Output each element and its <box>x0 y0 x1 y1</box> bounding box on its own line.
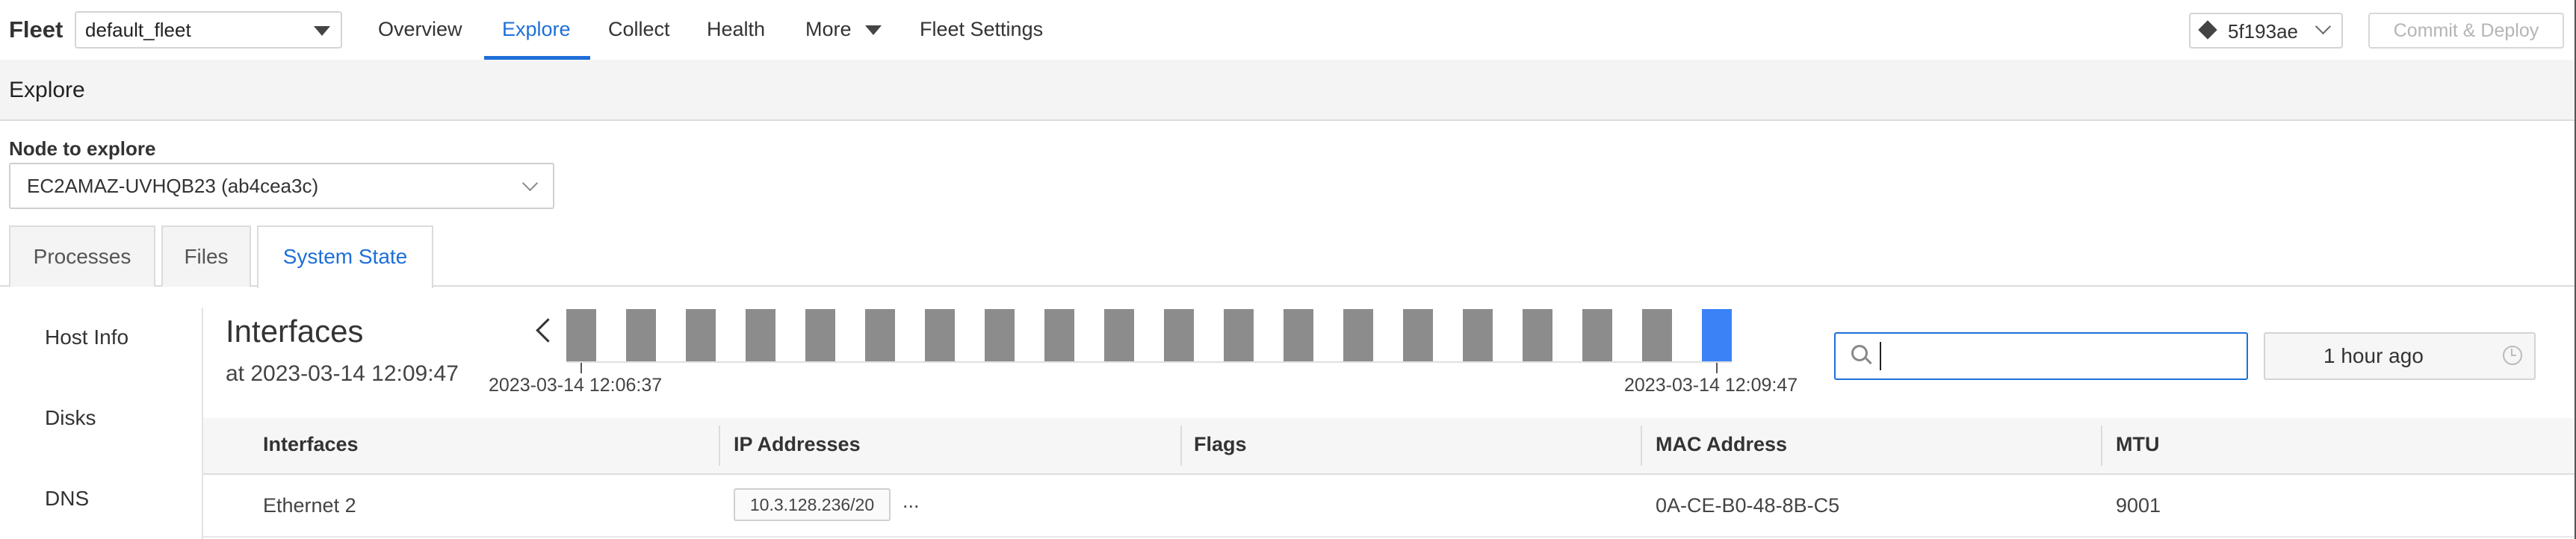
caret-down-icon <box>865 25 882 35</box>
timeline-snapshot[interactable] <box>626 309 656 361</box>
timeline-snapshot[interactable] <box>925 309 955 361</box>
branch-value: 5f193ae <box>2228 20 2298 43</box>
node-label: Node to explore <box>9 137 156 160</box>
timeline-snapshot[interactable] <box>1044 309 1074 361</box>
sidebar-item-dns[interactable]: DNS <box>45 487 89 511</box>
time-range-value: 1 hour ago <box>2323 344 2424 367</box>
page-title: Explore <box>9 78 85 102</box>
row-divider <box>203 536 2576 538</box>
nav-more[interactable]: More <box>805 18 882 41</box>
interfaces-timestamp: at 2023-03-14 12:09:47 <box>226 361 459 386</box>
timeline-snapshot[interactable] <box>1582 309 1612 361</box>
node-select[interactable]: EC2AMAZ-UVHQB23 (ab4cea3c) <box>9 163 554 209</box>
tab-system-state[interactable]: System State <box>257 225 433 288</box>
fleet-select-value: default_fleet <box>85 19 191 41</box>
timeline-start-label: 2023-03-14 12:06:37 <box>489 375 663 396</box>
branch-select[interactable]: 5f193ae <box>2189 13 2343 49</box>
column-separator <box>719 426 720 466</box>
column-header-mac-address[interactable]: MAC Address <box>1656 433 1787 456</box>
timeline-snapshot[interactable] <box>1523 309 1552 361</box>
timeline-snapshot[interactable] <box>566 309 596 361</box>
clock-hand <box>2511 355 2516 356</box>
fleet-select[interactable]: default_fleet <box>75 11 342 49</box>
text-cursor <box>1880 342 1881 370</box>
timeline-snapshot[interactable] <box>1463 309 1493 361</box>
caret-down-icon <box>314 26 330 36</box>
cell-mac-address: 0A-CE-B0-48-8B-C5 <box>1656 494 1840 517</box>
timeline-end-tick <box>1716 363 1718 373</box>
nav-overview[interactable]: Overview <box>378 18 462 41</box>
timeline-end-label: 2023-03-14 12:09:47 <box>1624 375 1798 396</box>
timeline-snapshot[interactable] <box>1284 309 1313 361</box>
chevron-down-icon <box>521 175 539 192</box>
cell-interface: Ethernet 2 <box>263 494 356 517</box>
timeline-start-tick <box>580 363 582 373</box>
timeline-snapshot[interactable] <box>686 309 716 361</box>
column-separator <box>1641 426 1642 466</box>
column-header-flags[interactable]: Flags <box>1194 433 1247 456</box>
git-branch-icon <box>2198 20 2217 40</box>
interfaces-title: Interfaces <box>226 314 364 349</box>
timeline-snapshot[interactable] <box>1343 309 1373 361</box>
nav-health[interactable]: Health <box>707 18 765 41</box>
nav-more-label: More <box>805 18 852 40</box>
column-separator <box>1180 426 1182 466</box>
timeline-baseline <box>566 361 1732 363</box>
timeline-snapshot[interactable] <box>746 309 775 361</box>
time-range-select[interactable]: 1 hour ago <box>2264 332 2536 380</box>
sidebar-item-host-info[interactable]: Host Info <box>45 325 129 349</box>
column-header-mtu[interactable]: MTU <box>2116 433 2159 456</box>
ip-more-ellipsis[interactable]: ... <box>902 490 920 513</box>
timeline-snapshot[interactable] <box>805 309 835 361</box>
sidebar-item-disks[interactable]: Disks <box>45 406 96 430</box>
timeline-snapshot-selected[interactable] <box>1702 309 1732 361</box>
timeline-snapshot[interactable] <box>1642 309 1672 361</box>
nav-fleet-settings[interactable]: Fleet Settings <box>920 18 1043 41</box>
timeline-snapshot[interactable] <box>1164 309 1194 361</box>
cell-mtu: 9001 <box>2116 494 2161 517</box>
ip-address-chip: 10.3.128.236/20 <box>734 488 891 521</box>
node-select-value: EC2AMAZ-UVHQB23 (ab4cea3c) <box>27 175 319 197</box>
fleet-label: Fleet <box>9 16 64 43</box>
column-separator <box>2101 426 2102 466</box>
timeline-prev-arrow-icon[interactable] <box>536 318 560 343</box>
column-header-interfaces[interactable]: Interfaces <box>263 433 359 456</box>
commit-deploy-button[interactable]: Commit & Deploy <box>2368 13 2564 49</box>
tab-processes[interactable]: Processes <box>9 225 155 287</box>
timeline-snapshot[interactable] <box>1224 309 1254 361</box>
nav-collect[interactable]: Collect <box>608 18 670 41</box>
nav-explore[interactable]: Explore <box>502 18 571 41</box>
tab-files[interactable]: Files <box>161 225 251 287</box>
table-header <box>203 418 2576 475</box>
search-input[interactable] <box>1834 332 2248 380</box>
timeline-snapshot[interactable] <box>865 309 895 361</box>
section-header <box>0 60 2576 121</box>
chevron-down-icon <box>2315 18 2332 35</box>
timeline-snapshot[interactable] <box>985 309 1015 361</box>
column-header-ip-addresses[interactable]: IP Addresses <box>734 433 861 456</box>
timeline-snapshot[interactable] <box>1403 309 1433 361</box>
timeline-snapshot[interactable] <box>1104 309 1134 361</box>
